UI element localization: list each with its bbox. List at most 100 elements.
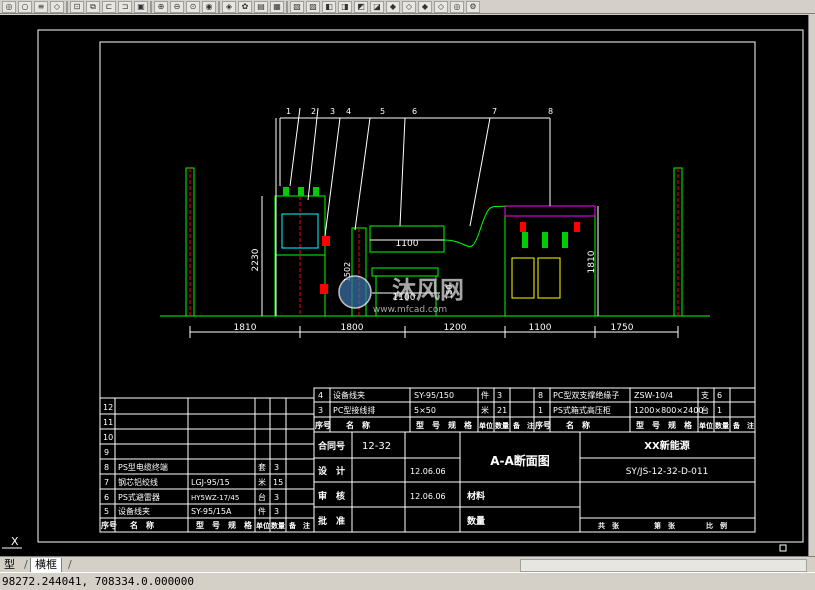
vertical-scrollbar[interactable] — [808, 15, 815, 556]
toolbar-separator — [150, 0, 152, 13]
bom-top-h-no: 序号 — [315, 420, 331, 430]
bom-left-r8-qty: 3 — [274, 507, 279, 516]
callout-5: 5 — [380, 107, 385, 116]
zoom-in-icon[interactable]: ⊕ — [154, 0, 168, 13]
dim-cabinet-width: 1800 — [341, 323, 364, 333]
view-icon[interactable]: ◈ — [222, 0, 236, 13]
cube-iso2-icon[interactable]: ◇ — [402, 0, 416, 13]
bom-left-header: 序号 名 称 型 号 规 格 单位 数量 备 注 — [101, 520, 310, 530]
bom-left-h-note: 备 注 — [288, 521, 310, 530]
transformer-red-2 — [574, 222, 580, 232]
layers-icon[interactable]: ≡ — [34, 0, 48, 13]
watermark-text: 沐风网 — [392, 276, 464, 304]
bom-top-r2-unit: 米 — [481, 405, 489, 415]
bom-top-r1-spec: SY-95/150 — [414, 391, 454, 400]
ucs-icon: X — [2, 535, 22, 549]
cabinet-insulator-2 — [298, 187, 304, 196]
callout-4: 4 — [346, 107, 351, 116]
transformer-red-1 — [520, 222, 526, 232]
cabinet-insulator-1 — [283, 187, 289, 196]
bom-left-r3-no: 10 — [103, 433, 113, 442]
bom-top-r2-name2: PS式箱式高压柜 — [553, 405, 611, 415]
bom-top-h-note: 备 注 — [512, 421, 534, 430]
tb-contract-label: 合同号 — [318, 440, 345, 452]
tab-layout[interactable]: 横框 — [30, 558, 62, 573]
bom-left-r6-no: 7 — [104, 478, 109, 487]
tab-model[interactable]: 型 — [0, 558, 19, 572]
copy-icon[interactable]: ⧉ — [86, 0, 100, 13]
transformer-core-1 — [511, 257, 535, 299]
callout-1: 1 — [286, 107, 291, 116]
dim-right-pole: 1750 — [611, 323, 634, 333]
bom-top-r2-qty2: 1 — [717, 406, 722, 415]
cube-iso3-icon[interactable]: ◆ — [418, 0, 432, 13]
camera-icon[interactable]: ◎ — [450, 0, 464, 13]
bom-top-r1-qty2: 6 — [717, 391, 722, 400]
eraser-icon[interactable]: ◇ — [50, 0, 64, 13]
zoom-window-icon[interactable]: ⊙ — [186, 0, 200, 13]
mirror-icon[interactable]: ⊏ — [102, 0, 116, 13]
tb-drawing-title: A-A断面图 — [490, 453, 550, 468]
render-settings-icon[interactable]: ⚙ — [466, 0, 480, 13]
bom-left-r6-name: 钢芯铝绞线 — [118, 477, 158, 487]
cube-iso1-icon[interactable]: ◆ — [386, 0, 400, 13]
dim-bus-width: 1100 — [396, 239, 419, 249]
tab-divider-2: / — [68, 558, 72, 571]
cable-curve — [443, 205, 509, 248]
bom-left-h-unit: 单位 — [256, 521, 270, 530]
bom-top-h-qty: 数量 — [495, 421, 509, 430]
bom-top-r1-name: 设备线夹 — [333, 390, 365, 400]
bom-top-h-unit: 单位 — [479, 421, 493, 430]
transformer-cage — [504, 205, 596, 317]
zoom-all-icon[interactable]: ◉ — [202, 0, 216, 13]
bom-left-r1-no: 12 — [103, 403, 113, 412]
cad-toolbar: ◎ ○ ≡ ◇ ⊡ ⧉ ⊏ ⊐ ▣ ⊕ ⊖ ⊙ ◉ ◈ ✿ ▤ ▦ ▧ ▨ ◧ … — [0, 0, 815, 14]
bom-left-r7-spec: HY5WZ-17/45 — [191, 494, 239, 502]
offset-icon[interactable]: ⊐ — [118, 0, 132, 13]
zoom-out-icon[interactable]: ⊖ — [170, 0, 184, 13]
tb-design-label: 设 计 — [318, 465, 345, 477]
toolbar-separator — [218, 0, 220, 13]
grid-icon[interactable]: ▦ — [270, 0, 284, 13]
dot-ring-icon[interactable]: ◎ — [2, 0, 16, 13]
watermark-url: www.mfcad.com — [373, 305, 447, 315]
bom-top-r2-no2: 1 — [538, 406, 543, 415]
bom-left-h-qty: 数量 — [271, 521, 285, 530]
bom-left-h-name: 名 称 — [130, 520, 154, 530]
title-block-text: 合同号 12-32 设 计 12.06.06 审 核 12.06.06 批 准 … — [318, 439, 727, 530]
bom-top-h-note2: 备 注 — [732, 421, 754, 430]
bom-top-h-unit2: 单位 — [699, 421, 713, 430]
drawing-svg: 2230 1502 1100 1100 150 1810 1 2 3 4 5 6… — [2, 29, 804, 552]
bom-top-r1-unit2: 支 — [701, 390, 709, 400]
transformer-bushing-1 — [522, 232, 528, 248]
cube-front-icon[interactable]: ◧ — [322, 0, 336, 13]
bom-left-r5-name: PS型电缆终端 — [118, 462, 168, 472]
snap-icon[interactable]: ⊡ — [70, 0, 84, 13]
tb-sheet: 第 张 — [654, 521, 676, 530]
transformer-bushing-2 — [542, 232, 548, 248]
bom-left-r6-qty: 15 — [273, 478, 283, 487]
bom-left-r8-unit: 件 — [258, 506, 266, 516]
cube-iso4-icon[interactable]: ◇ — [434, 0, 448, 13]
dim-cabinet-height: 2230 — [251, 248, 261, 271]
callout-lines — [279, 107, 550, 237]
bom-top-r1-spec2: ZSW-10/4 — [634, 391, 673, 400]
cube-bottom-icon[interactable]: ◪ — [370, 0, 384, 13]
bom-top-h-spec2: 型 号 规 格 — [636, 420, 693, 430]
tool-palette-icon[interactable]: ▤ — [254, 0, 268, 13]
tb-sheet-total: 共 张 — [598, 521, 620, 530]
dim-left-pole: 1810 — [234, 323, 257, 333]
cabinet-red-part-lower — [320, 284, 328, 294]
horizontal-scrollbar[interactable] — [520, 559, 807, 572]
cube-back-icon[interactable]: ◨ — [338, 0, 352, 13]
block-icon[interactable]: ▨ — [306, 0, 320, 13]
cube-top-icon[interactable]: ◩ — [354, 0, 368, 13]
bom-top-h-spec: 型 号 规 格 — [416, 420, 473, 430]
bom-top-r1-no: 4 — [318, 391, 323, 400]
drawing-canvas[interactable]: 2230 1502 1100 1100 150 1810 1 2 3 4 5 6… — [0, 15, 808, 556]
tb-design-date: 12.06.06 — [410, 467, 446, 476]
array-icon[interactable]: ▣ — [134, 0, 148, 13]
properties-icon[interactable]: ▧ — [290, 0, 304, 13]
render-icon[interactable]: ✿ — [238, 0, 252, 13]
ring-icon[interactable]: ○ — [18, 0, 32, 13]
